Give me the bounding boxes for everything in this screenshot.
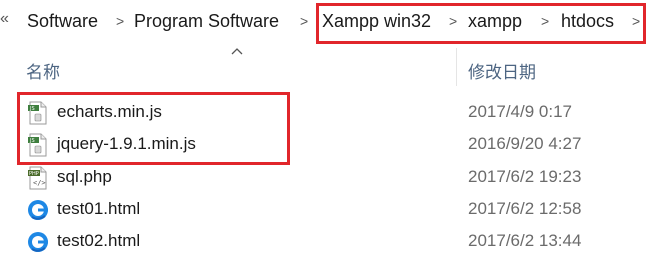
column-divider[interactable] <box>456 48 457 86</box>
file-name: sql.php <box>57 167 112 186</box>
breadcrumb-item-program-software[interactable]: Program Software <box>134 10 279 32</box>
php-file-icon: PHP </> <box>27 166 49 190</box>
back-chevron-icon[interactable]: « <box>0 10 9 28</box>
file-name: test01.html <box>57 199 141 218</box>
address-breadcrumb-bar: « Software > Program Software > Xampp wi… <box>0 0 648 44</box>
sort-up-chevron-icon <box>231 44 243 58</box>
file-row[interactable]: PHP </> sql.php 2017/6/2 19:23 <box>0 162 648 192</box>
file-date: 2017/6/2 19:23 <box>468 167 582 186</box>
highlight-box-js-files <box>17 92 290 165</box>
html-file-icon <box>27 198 49 222</box>
file-date: 2017/6/2 12:58 <box>468 199 582 218</box>
column-header-date-modified[interactable]: 修改日期 <box>468 58 536 83</box>
file-date: 2016/9/20 4:27 <box>468 134 582 153</box>
file-row[interactable]: test01.html 2017/6/2 12:58 <box>0 194 648 224</box>
svg-text:PHP: PHP <box>29 171 39 177</box>
file-row[interactable]: test02.html 2017/6/2 13:44 <box>0 226 648 256</box>
svg-text:</>: </> <box>33 179 46 187</box>
column-header-name[interactable]: 名称 <box>26 58 60 83</box>
breadcrumb-separator-icon[interactable]: > <box>116 12 124 30</box>
html-file-icon <box>27 230 49 254</box>
file-name: test02.html <box>57 231 141 250</box>
file-date: 2017/4/9 0:17 <box>468 102 572 121</box>
breadcrumb-separator-icon[interactable]: > <box>300 12 308 30</box>
highlight-box-path <box>316 3 646 44</box>
breadcrumb-item-software[interactable]: Software <box>27 10 98 32</box>
file-date: 2017/6/2 13:44 <box>468 231 582 250</box>
